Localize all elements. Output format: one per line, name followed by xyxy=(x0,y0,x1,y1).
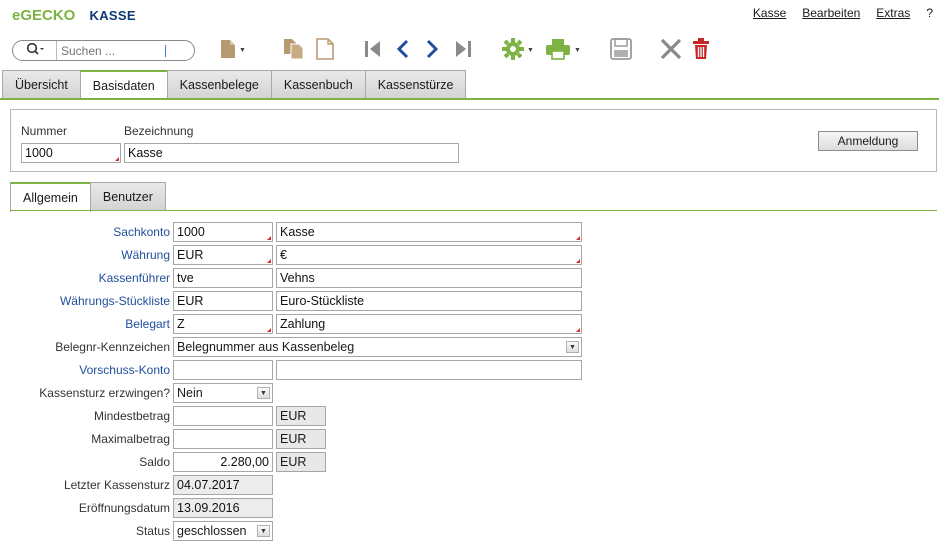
subtab-divider xyxy=(10,210,937,211)
letzter-kassensturz-label: Letzter Kassensturz xyxy=(63,478,170,492)
saldo-field[interactable]: 2.280,00 xyxy=(173,452,273,472)
chevron-down-icon[interactable]: ▼ xyxy=(257,387,270,399)
tab-divider xyxy=(0,98,939,100)
kassenfuehrer-code-field[interactable]: tve xyxy=(173,268,273,288)
sachkonto-text-field[interactable]: Kasse xyxy=(276,222,582,242)
anmeldung-button[interactable]: Anmeldung xyxy=(818,131,918,151)
sub-tabs: Allgemein Benutzer xyxy=(10,182,166,212)
tab-kassenstuerze[interactable]: Kassenstürze xyxy=(364,70,467,99)
status-value: geschlossen xyxy=(177,524,247,538)
bezeichnung-label: Bezeichnung xyxy=(124,124,194,138)
menu-kasse[interactable]: Kasse xyxy=(753,6,786,20)
search-options-button[interactable] xyxy=(13,41,57,60)
search-box xyxy=(12,40,195,61)
brand-gecko: GECKO xyxy=(20,7,76,24)
tab-benutzer[interactable]: Benutzer xyxy=(89,182,166,211)
waehrungs-stueckliste-label[interactable]: Währungs-Stückliste xyxy=(60,294,170,308)
search-cursor xyxy=(165,45,166,57)
belegart-code-field[interactable]: Z xyxy=(173,314,273,334)
kassensturz-erzwingen-label: Kassensturz erzwingen? xyxy=(39,386,170,400)
maximalbetrag-unit: EUR xyxy=(276,429,326,449)
nummer-field[interactable]: 1000 xyxy=(21,143,121,163)
delete-button[interactable] xyxy=(692,36,710,64)
letzter-kassensturz-field: 04.07.2017 xyxy=(173,475,273,495)
menu-extras[interactable]: Extras xyxy=(876,6,910,20)
last-record-icon xyxy=(454,39,472,62)
status-select[interactable]: geschlossen ▼ xyxy=(173,521,273,541)
eroeffnungsdatum-field: 13.09.2016 xyxy=(173,498,273,518)
print-icon xyxy=(545,38,571,63)
search-input[interactable] xyxy=(61,42,181,59)
kassenfuehrer-label[interactable]: Kassenführer xyxy=(99,271,170,285)
mindestbetrag-unit: EUR xyxy=(276,406,326,426)
delete-trash-icon xyxy=(692,37,710,63)
sachkonto-code-field[interactable]: 1000 xyxy=(173,222,273,242)
kassensturz-erzwingen-select[interactable]: Nein ▼ xyxy=(173,383,273,403)
first-record-icon xyxy=(364,39,382,62)
waehrung-text-field[interactable]: € xyxy=(276,245,582,265)
saldo-label: Saldo xyxy=(139,455,170,469)
kassensturz-erzwingen-value: Nein xyxy=(177,386,203,400)
chevron-down-icon[interactable]: ▼ xyxy=(257,525,270,537)
tab-uebersicht[interactable]: Übersicht xyxy=(2,70,81,99)
vorschuss-konto-label[interactable]: Vorschuss-Konto xyxy=(79,363,170,377)
mindestbetrag-label: Mindestbetrag xyxy=(93,409,170,423)
waehrung-code-field[interactable]: EUR xyxy=(173,245,273,265)
menu-bearbeiten[interactable]: Bearbeiten xyxy=(802,6,860,20)
maximalbetrag-label: Maximalbetrag xyxy=(91,432,170,446)
settings-gear-icon xyxy=(502,37,524,63)
nummer-label: Nummer xyxy=(21,124,68,138)
chevron-down-icon[interactable]: ▼ xyxy=(566,341,579,353)
menu-bar: Kasse Bearbeiten Extras ? xyxy=(753,6,933,20)
saldo-unit: EUR xyxy=(276,452,326,472)
previous-record-icon xyxy=(395,39,411,62)
search-icon xyxy=(26,42,44,59)
vorschuss-konto-code-field[interactable] xyxy=(173,360,273,380)
settings-button[interactable]: ▼ xyxy=(502,36,534,64)
copy-icon xyxy=(283,38,305,63)
tab-kassenbelege[interactable]: Kassenbelege xyxy=(166,70,272,99)
maximalbetrag-field[interactable] xyxy=(173,429,273,449)
main-tabs: Übersicht Basisdaten Kassenbelege Kassen… xyxy=(2,70,467,100)
belegnr-kennzeichen-label: Belegnr-Kennzeichen xyxy=(55,340,170,354)
eroeffnungsdatum-label: Eröffnungsdatum xyxy=(78,501,170,515)
tab-kassenbuch[interactable]: Kassenbuch xyxy=(270,70,366,99)
sachkonto-label[interactable]: Sachkonto xyxy=(113,225,170,239)
next-record-icon xyxy=(424,39,440,62)
menu-help[interactable]: ? xyxy=(926,6,933,20)
save-button[interactable] xyxy=(610,36,632,64)
first-record-button[interactable] xyxy=(364,36,382,64)
page-title: KASSE xyxy=(89,8,136,23)
status-label: Status xyxy=(135,524,170,538)
copy-button[interactable] xyxy=(283,36,305,64)
save-icon xyxy=(610,37,632,63)
cancel-icon xyxy=(660,38,682,63)
next-record-button[interactable] xyxy=(424,36,440,64)
paste-button[interactable] xyxy=(316,36,334,64)
new-document-icon xyxy=(220,39,236,62)
waehrungs-stueckliste-text-field[interactable]: Euro-Stückliste xyxy=(276,291,582,311)
app-brand: eGECKO KASSE xyxy=(12,7,136,24)
belegnr-kennzeichen-select[interactable]: Belegnummer aus Kassenbeleg ▼ xyxy=(173,337,582,357)
vorschuss-konto-text-field[interactable] xyxy=(276,360,582,380)
previous-record-button[interactable] xyxy=(395,36,411,64)
belegnr-kennzeichen-value: Belegnummer aus Kassenbeleg xyxy=(177,340,355,354)
belegart-text-field[interactable]: Zahlung xyxy=(276,314,582,334)
new-button[interactable]: ▼ xyxy=(220,36,246,64)
print-button[interactable]: ▼ xyxy=(545,36,581,64)
paste-icon xyxy=(316,37,334,63)
belegart-label[interactable]: Belegart xyxy=(125,317,170,331)
tab-basisdaten[interactable]: Basisdaten xyxy=(79,70,168,100)
bezeichnung-field[interactable]: Kasse xyxy=(124,143,459,163)
waehrungs-stueckliste-code-field[interactable]: EUR xyxy=(173,291,273,311)
tab-allgemein[interactable]: Allgemein xyxy=(10,182,91,212)
waehrung-label[interactable]: Währung xyxy=(121,248,170,262)
mindestbetrag-field[interactable] xyxy=(173,406,273,426)
last-record-button[interactable] xyxy=(454,36,472,64)
kassenfuehrer-text-field[interactable]: Vehns xyxy=(276,268,582,288)
cancel-button[interactable] xyxy=(660,36,682,64)
